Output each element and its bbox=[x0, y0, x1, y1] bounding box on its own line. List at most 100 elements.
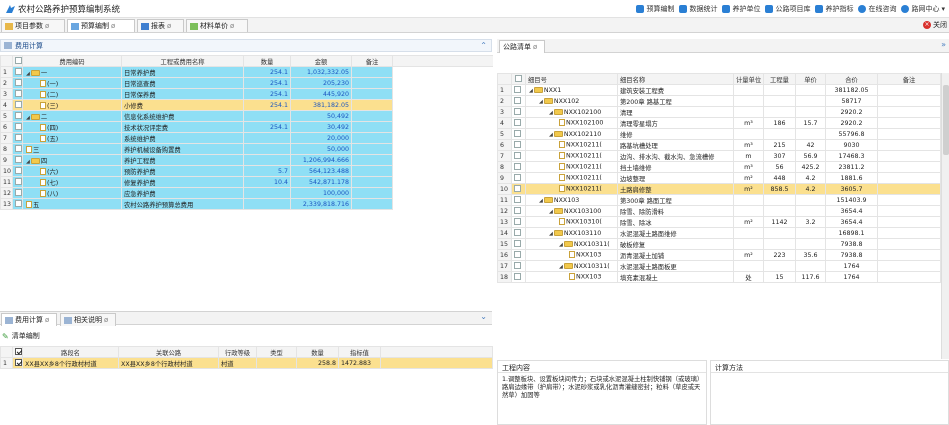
expand-tree-icon[interactable]: ◢ bbox=[529, 88, 533, 94]
row-checkbox[interactable] bbox=[511, 216, 526, 228]
road-list-row[interactable]: 18 NXX103 填充素混凝土处 15 117.6 1764 bbox=[497, 271, 941, 283]
row-checkbox[interactable] bbox=[12, 154, 23, 166]
close-icon[interactable]: ø bbox=[533, 43, 537, 51]
road-list-row[interactable]: 13 NXX10310(除雪、除冰 m² 1142 3.2 3654.4 bbox=[497, 216, 941, 228]
expand-tree-icon[interactable]: ◢ bbox=[559, 242, 563, 248]
table-row[interactable]: 1 XX县XX乡8个行政村村道 XX县XX乡8个行政村村道 村道 258.8 1… bbox=[0, 357, 493, 369]
close-icon[interactable]: ø bbox=[45, 316, 49, 324]
road-list-row[interactable]: 5 ◢ NXX102110 维修 55796.8 bbox=[497, 128, 941, 140]
select-all-checkbox[interactable] bbox=[12, 55, 23, 67]
close-icon[interactable]: ø bbox=[104, 316, 108, 324]
row-checkbox[interactable] bbox=[511, 205, 526, 217]
select-all-checkbox[interactable] bbox=[12, 346, 23, 358]
row-checkbox[interactable] bbox=[12, 77, 23, 89]
expand-tree-icon[interactable]: ◢ bbox=[26, 115, 30, 121]
road-list-row[interactable]: 9 NXX10211(边坡整理 m² 448 4.2 1881.6 bbox=[497, 172, 941, 184]
scrollbar-thumb[interactable] bbox=[943, 85, 949, 155]
menu-stats[interactable]: 数据统计 bbox=[679, 4, 717, 14]
expand-tree-icon[interactable]: ◢ bbox=[549, 110, 553, 116]
road-list-row[interactable]: 16 NXX103 沥青混凝土加铺 m² 223 35.6 7938.8 bbox=[497, 249, 941, 261]
road-list-row[interactable]: 3 ◢ NXX102100 清理 2920.2 bbox=[497, 106, 941, 118]
road-list-row[interactable]: 2 ◢ NXX102 第200章 路基工程 58717 bbox=[497, 95, 941, 107]
fee-row[interactable]: 7 (五) 系统维护费 20,000 bbox=[0, 132, 493, 144]
row-checkbox[interactable] bbox=[511, 95, 526, 107]
row-checkbox[interactable] bbox=[511, 238, 526, 250]
close-all-button[interactable]: × 关闭 bbox=[923, 20, 947, 30]
tab-budget[interactable]: 预算编制 ø bbox=[67, 19, 135, 32]
fee-row[interactable]: 6 (四) 技术状况评定费 254.1 30,492 bbox=[0, 121, 493, 133]
row-checkbox[interactable] bbox=[511, 150, 526, 162]
road-list-scrollbar[interactable] bbox=[941, 73, 949, 359]
row-checkbox[interactable] bbox=[511, 260, 526, 272]
road-list-row[interactable]: 15 ◢ NXX10311(破板修复 7938.8 bbox=[497, 238, 941, 250]
fee-row[interactable]: 2 (一) 日常巡查费 254.1 205,230 bbox=[0, 77, 493, 89]
row-checkbox[interactable] bbox=[12, 132, 23, 144]
expand-tree-icon[interactable]: ◢ bbox=[26, 71, 30, 77]
row-checkbox[interactable] bbox=[511, 84, 526, 96]
expand-tree-icon[interactable]: ◢ bbox=[549, 231, 553, 237]
list-edit-button[interactable]: ✎ 清单编制 bbox=[2, 331, 40, 341]
expand-tree-icon[interactable]: ◢ bbox=[539, 198, 543, 204]
expand-tree-icon[interactable]: ◢ bbox=[26, 159, 30, 165]
menu-budget[interactable]: 预算编制 bbox=[636, 4, 674, 14]
menu-road-center[interactable]: 路网中心 ▾ bbox=[901, 4, 945, 14]
fee-row[interactable]: 4 (三) 小修费 254.1 381,182.05 bbox=[0, 99, 493, 111]
row-checkbox[interactable] bbox=[511, 117, 526, 129]
row-checkbox[interactable] bbox=[12, 66, 23, 78]
row-checkbox[interactable] bbox=[511, 128, 526, 140]
road-list-row[interactable]: 17 ◢ NXX10311(水泥混凝土路面板更 1764 bbox=[497, 260, 941, 272]
row-checkbox[interactable] bbox=[12, 187, 23, 199]
row-checkbox[interactable] bbox=[12, 121, 23, 133]
menu-indicators[interactable]: 养护指标 bbox=[815, 4, 853, 14]
row-checkbox[interactable] bbox=[12, 110, 23, 122]
tab-fee-calc[interactable]: 费用计算 ø bbox=[1, 313, 57, 326]
expand-tree-icon[interactable]: ◢ bbox=[559, 264, 563, 270]
close-icon[interactable]: ø bbox=[230, 22, 234, 30]
fee-row[interactable]: 12 (八) 应急养护费 100,000 bbox=[0, 187, 493, 199]
select-all-checkbox[interactable] bbox=[511, 73, 526, 85]
fee-row[interactable]: 10 (六) 预防养护费 5.7 564,123.488 bbox=[0, 165, 493, 177]
fee-row[interactable]: 5 ◢ 二信息化系统维护费 50,492 bbox=[0, 110, 493, 122]
fee-row[interactable]: 9 ◢ 四养护工程费 1,206,994.666 bbox=[0, 154, 493, 166]
fee-row[interactable]: 13 五农村公路养护预算总费用 2,339,818.716 bbox=[0, 198, 493, 210]
menu-units[interactable]: 养护单位 bbox=[722, 4, 760, 14]
row-checkbox[interactable] bbox=[511, 106, 526, 118]
close-icon[interactable]: ø bbox=[167, 22, 171, 30]
road-list-row[interactable]: 12 ◢ NXX103100 除雪、除防滑料 3654.4 bbox=[497, 205, 941, 217]
close-icon[interactable]: ø bbox=[45, 22, 49, 30]
row-checkbox[interactable] bbox=[12, 99, 23, 111]
row-checkbox[interactable] bbox=[511, 139, 526, 151]
row-checkbox[interactable] bbox=[511, 227, 526, 239]
row-checkbox[interactable] bbox=[12, 88, 23, 100]
road-list-row[interactable]: 14 ◢ NXX103110 水泥混凝土路面维修 16898.1 bbox=[497, 227, 941, 239]
collapse-icon[interactable]: ⌃ bbox=[480, 41, 487, 50]
row-checkbox[interactable] bbox=[12, 165, 23, 177]
tab-report[interactable]: 报表 ø bbox=[137, 19, 184, 32]
tab-material-price[interactable]: 材料单价 ø bbox=[186, 19, 248, 32]
road-list-row[interactable]: 10 NXX10211(土路肩修整 m² 858.5 4.2 3605.7 bbox=[497, 183, 941, 195]
expand-tree-icon[interactable]: ◢ bbox=[539, 99, 543, 105]
close-icon[interactable]: ø bbox=[111, 22, 115, 30]
expand-tree-icon[interactable]: ◢ bbox=[549, 209, 553, 215]
tab-road-list[interactable]: 公路清单 ø bbox=[499, 40, 545, 53]
expand-icon[interactable]: ⌄ bbox=[480, 312, 487, 321]
road-list-row[interactable]: 6 NXX10211(路基坑槽处理 m³ 215 42 9030 bbox=[497, 139, 941, 151]
row-checkbox[interactable] bbox=[12, 143, 23, 155]
row-checkbox[interactable] bbox=[12, 198, 23, 210]
road-list-row[interactable]: 7 NXX10211(边沟、排水沟、截水沟、急流槽修 m 307 56.9 17468.3 bbox=[497, 150, 941, 162]
row-checkbox[interactable] bbox=[511, 194, 526, 206]
row-checkbox[interactable] bbox=[511, 249, 526, 261]
fee-row[interactable]: 11 (七) 修复养护费 10.4 542,871.178 bbox=[0, 176, 493, 188]
road-list-row[interactable]: 11 ◢ NXX103 第300章 路面工程 151403.9 bbox=[497, 194, 941, 206]
road-list-row[interactable]: 8 NXX10211(挡土墙维修 m³ 56 425.2 23811.2 bbox=[497, 161, 941, 173]
row-checkbox[interactable] bbox=[511, 161, 526, 173]
fee-row[interactable]: 1 ◢ 一日常养护费 254.1 1,032,332.05 bbox=[0, 66, 493, 78]
tab-project-params[interactable]: 项目参数 ø bbox=[1, 19, 65, 32]
row-checkbox[interactable] bbox=[511, 172, 526, 184]
row-checkbox[interactable] bbox=[511, 183, 526, 195]
fee-row[interactable]: 3 (二) 日常保养费 254.1 445,920 bbox=[0, 88, 493, 100]
row-checkbox[interactable] bbox=[12, 176, 23, 188]
tab-notes[interactable]: 相关说明 ø bbox=[60, 313, 116, 326]
row-checkbox[interactable] bbox=[12, 357, 23, 369]
menu-consult[interactable]: 在线咨询 bbox=[858, 4, 896, 14]
